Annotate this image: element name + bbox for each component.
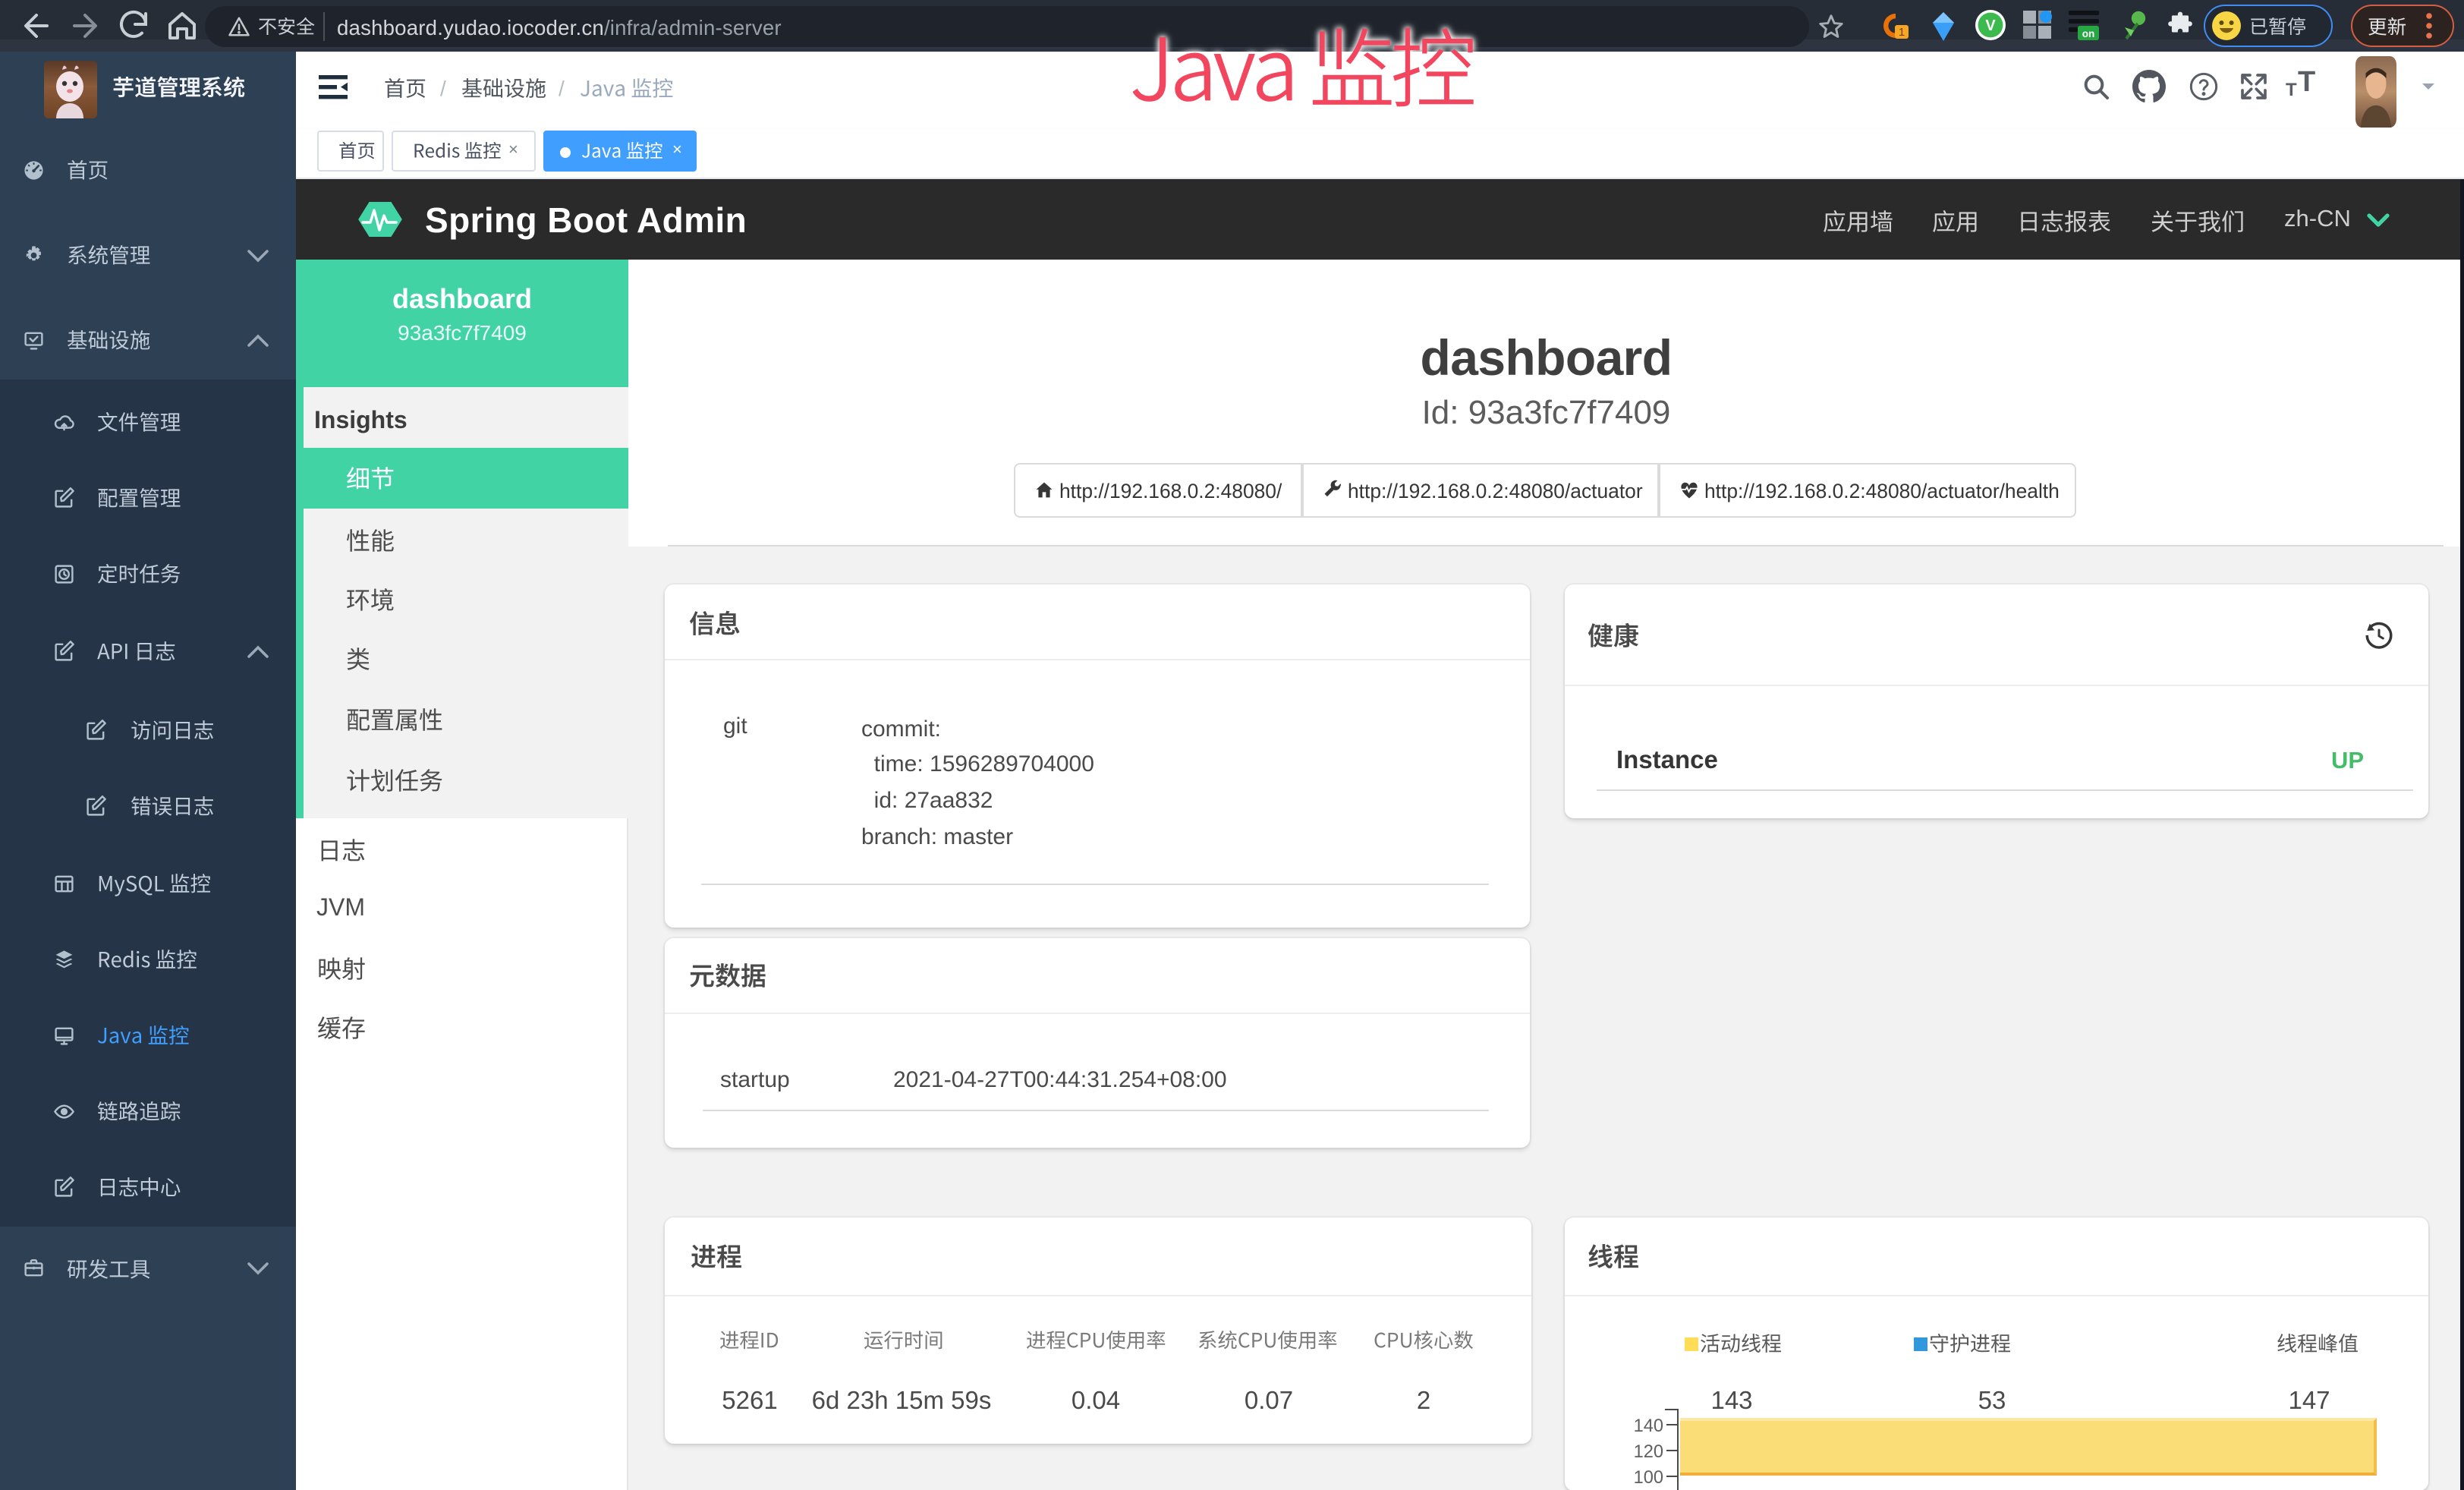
svg-text:on: on: [2082, 28, 2095, 39]
svg-text:V: V: [1985, 17, 1996, 34]
svg-text:1: 1: [1899, 26, 1905, 39]
